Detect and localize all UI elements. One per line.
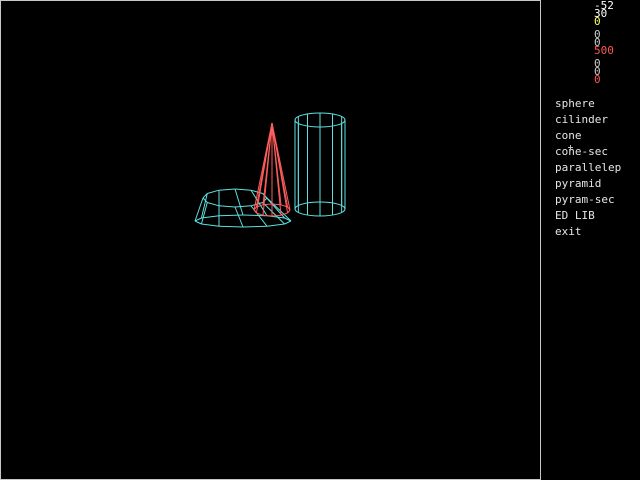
menu-item-pyram-sec[interactable]: pyram-sec xyxy=(555,193,615,207)
cone-sec-bottom-edge xyxy=(194,220,202,225)
cone-sec-top-edge xyxy=(234,205,252,208)
cone-sec-wireframe xyxy=(194,188,292,228)
cone-sec-bottom-edge xyxy=(284,220,292,225)
3d-viewport[interactable] xyxy=(0,0,541,480)
cone-wireframe xyxy=(253,122,291,217)
menu-item-cone[interactable]: cone xyxy=(555,129,582,143)
param-value-9: 0 xyxy=(594,73,601,86)
param-value-6: 500 xyxy=(594,44,614,57)
cilinder-wireframe xyxy=(294,112,346,217)
param-value-3: 0 xyxy=(594,15,601,28)
side-panel: -52 30 0 0 0 500 0 0 0 sphere cilinder c… xyxy=(542,0,640,480)
cone-sec-top-edge xyxy=(234,188,252,191)
cone-sec-top-edge xyxy=(218,188,236,191)
cone-sec-bottom-edge xyxy=(266,223,285,227)
cone-sec-bottom-edge xyxy=(201,223,220,227)
menu-item-parallelep[interactable]: parallelep xyxy=(555,161,621,175)
menu-item-exit[interactable]: exit xyxy=(555,225,582,239)
wireframe-scene xyxy=(194,112,346,228)
menu-item-sphere[interactable]: sphere xyxy=(555,97,595,111)
menu-item-cilinder[interactable]: cilinder xyxy=(555,113,608,127)
menu-item-pyramid[interactable]: pyramid xyxy=(555,177,601,191)
cone-sec-bottom-edge xyxy=(242,225,268,228)
mouse-cursor-icon xyxy=(568,145,573,150)
cone-sec-top-edge xyxy=(207,189,220,194)
cone-base-edge xyxy=(271,214,282,217)
app-screen: -52 30 0 0 0 500 0 0 0 sphere cilinder c… xyxy=(0,0,640,480)
cone-sec-bottom-edge xyxy=(218,214,244,217)
cone-sec-top-edge xyxy=(218,205,236,208)
menu-item-ed-lib[interactable]: ED LIB xyxy=(555,209,595,223)
menu-item-cone-sec[interactable]: cone-sec xyxy=(555,145,608,159)
cone-sec-bottom-edge xyxy=(218,225,244,228)
cone-sec-top-edge xyxy=(207,202,220,207)
